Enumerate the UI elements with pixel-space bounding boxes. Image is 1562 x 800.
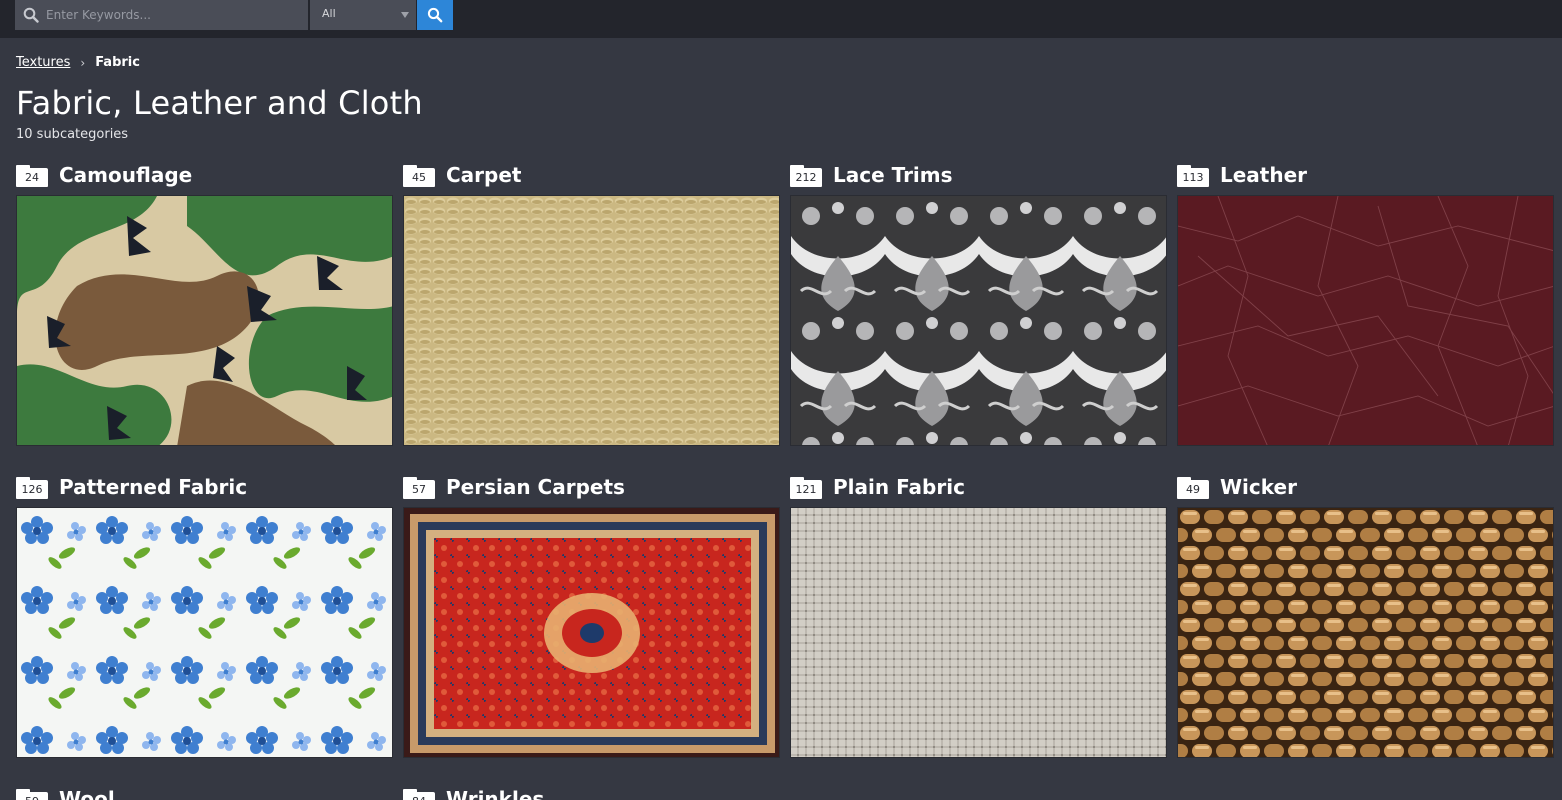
category-title[interactable]: Wool: [59, 787, 115, 800]
category-count: 57: [403, 480, 435, 499]
search-scope-select[interactable]: All: [310, 0, 416, 30]
category-count: 45: [403, 168, 435, 187]
category-count: 49: [1177, 480, 1209, 499]
chevron-down-icon: [401, 12, 409, 18]
category-thumbnail[interactable]: [16, 507, 393, 758]
category-card-wrinkles[interactable]: 84 Wrinkles: [403, 784, 780, 800]
category-title[interactable]: Wrinkles: [446, 787, 544, 800]
breadcrumb-current: Fabric: [95, 55, 140, 70]
search-box[interactable]: [15, 0, 308, 30]
category-count: 121: [790, 480, 822, 499]
category-count: 24: [16, 168, 48, 187]
category-card-patterned-fabric[interactable]: 126 Patterned Fabric: [16, 472, 393, 758]
category-count: 84: [403, 792, 435, 800]
category-card-carpet[interactable]: 45 Carpet: [403, 160, 780, 446]
search-icon: [23, 7, 39, 23]
folder-icon: 57: [403, 477, 435, 499]
category-card-lace-trims[interactable]: 212 Lace Trims: [790, 160, 1167, 446]
breadcrumb-separator: ›: [80, 55, 86, 70]
category-header[interactable]: 59 Wool: [16, 784, 393, 800]
category-thumbnail[interactable]: [16, 195, 393, 446]
category-card-persian-carpets[interactable]: 57 Persian Carpets: [403, 472, 780, 758]
category-card-leather[interactable]: 113 Leather: [1177, 160, 1554, 446]
category-title[interactable]: Patterned Fabric: [59, 475, 247, 499]
category-thumbnail[interactable]: [1177, 195, 1554, 446]
category-header[interactable]: 24 Camouflage: [16, 160, 393, 190]
category-thumbnail[interactable]: [403, 507, 780, 758]
folder-icon: 84: [403, 789, 435, 800]
folder-icon: 113: [1177, 165, 1209, 187]
category-header[interactable]: 121 Plain Fabric: [790, 472, 1167, 502]
folder-icon: 212: [790, 165, 822, 187]
category-title[interactable]: Camouflage: [59, 163, 192, 187]
category-count: 113: [1177, 168, 1209, 187]
subcategory-count: 10 subcategories: [16, 127, 129, 142]
folder-icon: 126: [16, 477, 48, 499]
folder-icon: 45: [403, 165, 435, 187]
breadcrumb-link-textures[interactable]: Textures: [16, 55, 70, 70]
search-icon: [427, 7, 443, 23]
breadcrumb: Textures › Fabric: [16, 55, 140, 70]
category-card-wicker[interactable]: 49 Wicker: [1177, 472, 1554, 758]
search-input[interactable]: [46, 0, 301, 30]
category-header[interactable]: 84 Wrinkles: [403, 784, 780, 800]
category-count: 212: [790, 168, 822, 187]
category-title[interactable]: Lace Trims: [833, 163, 953, 187]
category-card-camouflage[interactable]: 24 Camouflage: [16, 160, 393, 446]
category-thumbnail[interactable]: [790, 507, 1167, 758]
category-title[interactable]: Wicker: [1220, 475, 1297, 499]
search-scope-value: All: [322, 7, 336, 20]
category-header[interactable]: 49 Wicker: [1177, 472, 1554, 502]
folder-icon: 24: [16, 165, 48, 187]
top-bar: All: [0, 0, 1562, 38]
category-thumbnail[interactable]: [403, 195, 780, 446]
page-title: Fabric, Leather and Cloth: [16, 84, 423, 122]
folder-icon: 49: [1177, 477, 1209, 499]
category-header[interactable]: 45 Carpet: [403, 160, 780, 190]
category-thumbnail[interactable]: [790, 195, 1167, 446]
category-title[interactable]: Carpet: [446, 163, 521, 187]
category-header[interactable]: 113 Leather: [1177, 160, 1554, 190]
category-count: 59: [16, 792, 48, 800]
category-card-wool[interactable]: 59 Wool: [16, 784, 393, 800]
search-button[interactable]: [417, 0, 453, 30]
category-thumbnail[interactable]: [1177, 507, 1554, 758]
folder-icon: 121: [790, 477, 822, 499]
category-title[interactable]: Plain Fabric: [833, 475, 965, 499]
folder-icon: 59: [16, 789, 48, 800]
category-header[interactable]: 212 Lace Trims: [790, 160, 1167, 190]
category-title[interactable]: Persian Carpets: [446, 475, 625, 499]
category-count: 126: [16, 480, 48, 499]
category-title[interactable]: Leather: [1220, 163, 1307, 187]
category-card-plain-fabric[interactable]: 121 Plain Fabric: [790, 472, 1167, 758]
category-header[interactable]: 126 Patterned Fabric: [16, 472, 393, 502]
category-header[interactable]: 57 Persian Carpets: [403, 472, 780, 502]
